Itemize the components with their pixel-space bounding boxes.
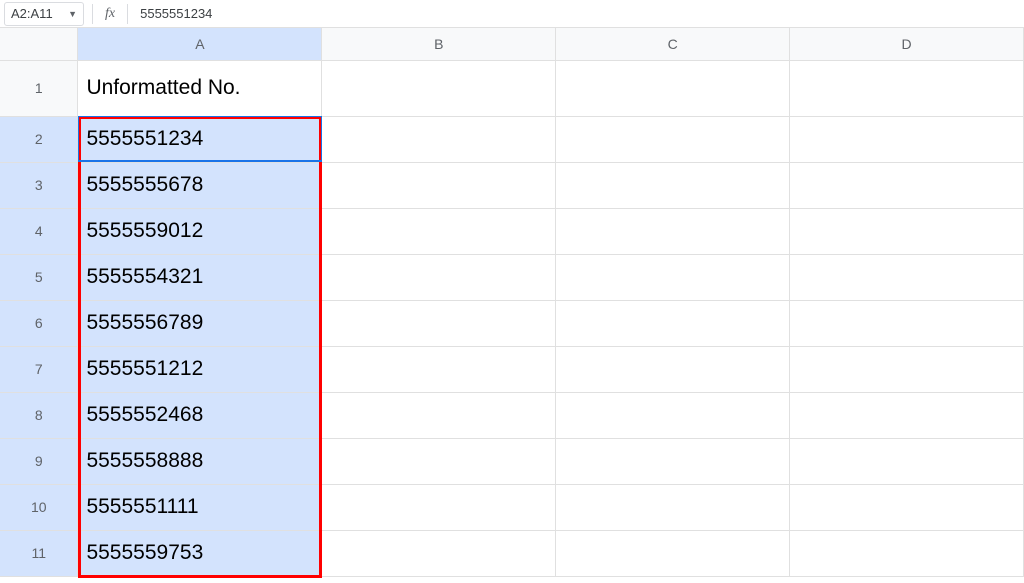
grid-table: A B C D 1 Unformatted No. 2 5555551234 3…	[0, 28, 1024, 577]
row-header-3[interactable]: 3	[0, 162, 78, 208]
cell-A11[interactable]: 5555559753	[78, 530, 322, 576]
cell-C11[interactable]	[556, 530, 790, 576]
cell-D3[interactable]	[790, 162, 1024, 208]
col-header-B[interactable]: B	[322, 28, 556, 60]
cell-B9[interactable]	[322, 438, 556, 484]
cell-C7[interactable]	[556, 346, 790, 392]
cell-B5[interactable]	[322, 254, 556, 300]
cell-A7[interactable]: 5555551212	[78, 346, 322, 392]
cell-D6[interactable]	[790, 300, 1024, 346]
cell-B4[interactable]	[322, 208, 556, 254]
cell-A9[interactable]: 5555558888	[78, 438, 322, 484]
cell-D10[interactable]	[790, 484, 1024, 530]
col-header-A[interactable]: A	[78, 28, 322, 60]
cell-A8[interactable]: 5555552468	[78, 392, 322, 438]
cell-D5[interactable]	[790, 254, 1024, 300]
cell-C5[interactable]	[556, 254, 790, 300]
row-header-10[interactable]: 10	[0, 484, 78, 530]
cell-D2[interactable]	[790, 116, 1024, 162]
row-header-1[interactable]: 1	[0, 60, 78, 116]
row-header-11[interactable]: 11	[0, 530, 78, 576]
row-header-7[interactable]: 7	[0, 346, 78, 392]
cell-A3[interactable]: 5555555678	[78, 162, 322, 208]
cell-A2[interactable]: 5555551234	[78, 116, 322, 162]
cell-B8[interactable]	[322, 392, 556, 438]
cell-C10[interactable]	[556, 484, 790, 530]
cell-B1[interactable]	[322, 60, 556, 116]
cell-C1[interactable]	[556, 60, 790, 116]
cell-B6[interactable]	[322, 300, 556, 346]
select-all-corner[interactable]	[0, 28, 78, 60]
formula-input[interactable]	[132, 4, 1024, 23]
formula-bar: A2:A11 ▼ fx	[0, 0, 1024, 28]
divider	[127, 4, 128, 24]
divider	[92, 4, 93, 24]
cell-A6[interactable]: 5555556789	[78, 300, 322, 346]
cell-C8[interactable]	[556, 392, 790, 438]
row-header-2[interactable]: 2	[0, 116, 78, 162]
cell-C6[interactable]	[556, 300, 790, 346]
cell-C3[interactable]	[556, 162, 790, 208]
cell-C9[interactable]	[556, 438, 790, 484]
cell-A1[interactable]: Unformatted No.	[78, 60, 322, 116]
cell-A4[interactable]: 5555559012	[78, 208, 322, 254]
spreadsheet-grid: A B C D 1 Unformatted No. 2 5555551234 3…	[0, 28, 1024, 577]
cell-B10[interactable]	[322, 484, 556, 530]
cell-D7[interactable]	[790, 346, 1024, 392]
cell-D11[interactable]	[790, 530, 1024, 576]
cell-D8[interactable]	[790, 392, 1024, 438]
cell-B2[interactable]	[322, 116, 556, 162]
fx-label: fx	[97, 6, 123, 22]
name-box-value: A2:A11	[11, 6, 53, 21]
col-header-C[interactable]: C	[556, 28, 790, 60]
cell-C2[interactable]	[556, 116, 790, 162]
cell-B3[interactable]	[322, 162, 556, 208]
cell-A10[interactable]: 5555551111	[78, 484, 322, 530]
row-header-5[interactable]: 5	[0, 254, 78, 300]
cell-A5[interactable]: 5555554321	[78, 254, 322, 300]
cell-B7[interactable]	[322, 346, 556, 392]
dropdown-icon[interactable]: ▼	[68, 9, 77, 19]
cell-D1[interactable]	[790, 60, 1024, 116]
cell-D9[interactable]	[790, 438, 1024, 484]
cell-D4[interactable]	[790, 208, 1024, 254]
cell-C4[interactable]	[556, 208, 790, 254]
cell-B11[interactable]	[322, 530, 556, 576]
name-box[interactable]: A2:A11 ▼	[4, 2, 84, 26]
col-header-D[interactable]: D	[790, 28, 1024, 60]
row-header-9[interactable]: 9	[0, 438, 78, 484]
row-header-6[interactable]: 6	[0, 300, 78, 346]
row-header-4[interactable]: 4	[0, 208, 78, 254]
row-header-8[interactable]: 8	[0, 392, 78, 438]
